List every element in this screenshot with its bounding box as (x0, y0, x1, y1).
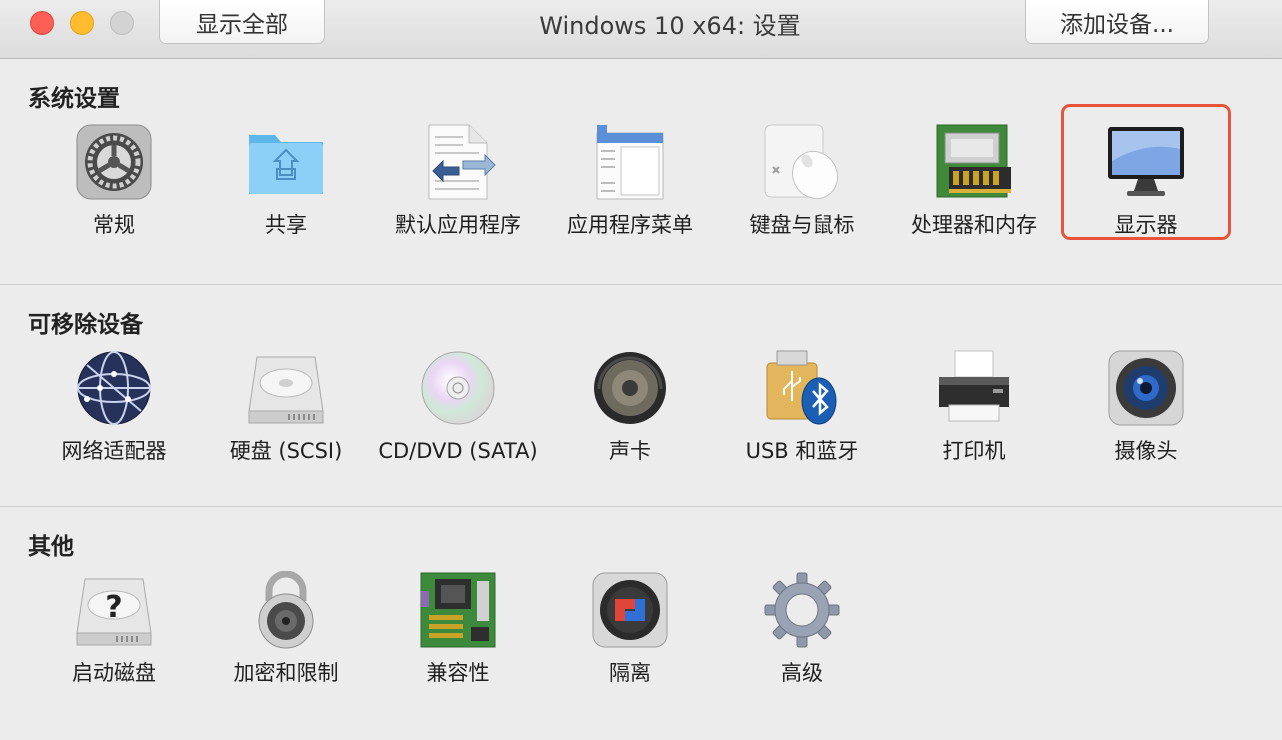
svg-text:?: ? (105, 590, 122, 625)
cpu-memory-icon (935, 123, 1013, 201)
advanced-gear-icon (763, 571, 841, 649)
general-icon (75, 123, 153, 201)
pane-item-label: 高级 (781, 661, 823, 685)
pane-item-label: 网络适配器 (61, 439, 167, 463)
speaker-icon (591, 349, 669, 427)
usb-bluetooth-icon (763, 349, 841, 427)
pane-item-label: 摄像头 (1114, 439, 1178, 463)
pane-item-label: 键盘与鼠标 (749, 213, 855, 237)
section-removable-devices: 可移除设备 网络适配器 硬盘 (SCSI) CD/DVD (SATA) 声卡 U… (0, 285, 1282, 507)
pane-item-label: 启动磁盘 (72, 661, 156, 685)
zoom-window-button[interactable] (110, 11, 134, 35)
printer-icon (935, 349, 1013, 427)
pane-item-cd-dvd[interactable]: CD/DVD (SATA) (372, 349, 544, 499)
close-window-button[interactable] (30, 11, 54, 35)
network-globe-icon (75, 349, 153, 427)
default-apps-icon (419, 123, 497, 201)
pane-item-label: 默认应用程序 (395, 213, 521, 237)
minimize-window-button[interactable] (70, 11, 94, 35)
pane-item-label: 打印机 (942, 439, 1006, 463)
pane-item-label: 应用程序菜单 (567, 213, 693, 237)
show-all-button[interactable]: 显示全部 (159, 0, 325, 44)
pane-item-label: 兼容性 (426, 661, 490, 685)
pane-item-advanced[interactable]: 高级 (716, 571, 888, 721)
pane-item-label: 加密和限制 (233, 661, 339, 685)
pane-item-default-apps[interactable]: 默认应用程序 (372, 123, 544, 273)
app-menu-icon (591, 123, 669, 201)
settings-window: 显示全部 Windows 10 x64: 设置 添加设备... 系统设置 常规 (0, 0, 1282, 740)
pane-item-camera[interactable]: 摄像头 (1060, 349, 1232, 499)
isolation-icon (591, 571, 669, 649)
pane-item-label: 隔离 (609, 661, 651, 685)
pane-item-general[interactable]: 常规 (28, 123, 200, 273)
pane-item-app-menu[interactable]: 应用程序菜单 (544, 123, 716, 273)
cd-dvd-icon (419, 349, 497, 427)
section-other: 其他 ? 启动磁盘 加密和限制 兼容性 隔离 高级 (0, 507, 1282, 740)
pane-item-compatibility[interactable]: 兼容性 (372, 571, 544, 721)
window-title: Windows 10 x64: 设置 (539, 11, 801, 40)
pane-item-isolation[interactable]: 隔离 (544, 571, 716, 721)
startup-disk-icon: ? (75, 571, 153, 649)
section-title: 系统设置 (28, 86, 120, 112)
pane-item-label: 共享 (265, 213, 307, 237)
pane-item-label: 显示器 (1114, 213, 1178, 237)
pane-item-label: USB 和蓝牙 (745, 439, 859, 463)
section-title: 可移除设备 (28, 312, 143, 338)
camera-icon (1107, 349, 1185, 427)
pane-item-usb-bluetooth[interactable]: USB 和蓝牙 (716, 349, 888, 499)
pane-item-cpu-memory[interactable]: 处理器和内存 (888, 123, 1060, 273)
pane-item-label: 常规 (93, 213, 135, 237)
section-system-settings: 系统设置 常规 共享 默认应用程序 应用程序菜单 键盘与鼠标 处理器和内存 显示… (0, 59, 1282, 285)
pane-item-label: 处理器和内存 (911, 213, 1037, 237)
shared-folder-icon (247, 123, 325, 201)
pane-item-label: 硬盘 (SCSI) (229, 439, 343, 463)
pane-item-encryption[interactable]: 加密和限制 (200, 571, 372, 721)
section-title: 其他 (28, 534, 74, 560)
display-icon (1107, 123, 1185, 201)
pane-item-label: CD/DVD (SATA) (378, 439, 538, 463)
title-bar: 显示全部 Windows 10 x64: 设置 添加设备... (0, 0, 1282, 59)
pane-item-network-adapter[interactable]: 网络适配器 (28, 349, 200, 499)
add-device-button[interactable]: 添加设备... (1025, 0, 1209, 44)
motherboard-icon (419, 571, 497, 649)
pane-item-startup-disk[interactable]: ? 启动磁盘 (28, 571, 200, 721)
keyboard-mouse-icon (763, 123, 841, 201)
pane-item-hard-disk[interactable]: 硬盘 (SCSI) (200, 349, 372, 499)
pane-item-sound-card[interactable]: 声卡 (544, 349, 716, 499)
pane-item-keyboard-mouse[interactable]: 键盘与鼠标 (716, 123, 888, 273)
pane-item-display[interactable]: 显示器 (1060, 104, 1232, 273)
pane-item-printer[interactable]: 打印机 (888, 349, 1060, 499)
pane-item-label: 声卡 (609, 439, 651, 463)
hard-disk-icon (247, 349, 325, 427)
pane-item-shared[interactable]: 共享 (200, 123, 372, 273)
padlock-icon (247, 571, 325, 649)
